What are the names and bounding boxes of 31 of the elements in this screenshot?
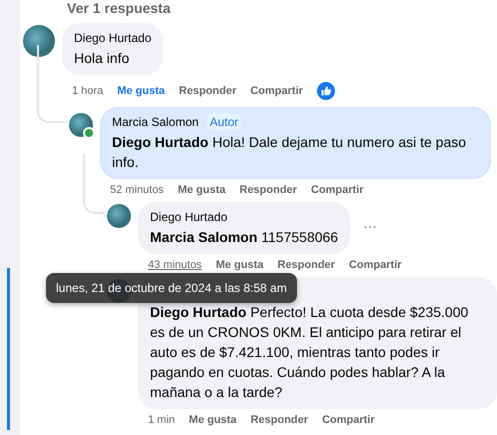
author-name[interactable]: Diego Hurtado — [74, 30, 152, 46]
avatar[interactable] — [69, 113, 93, 137]
comment-text: Diego Hurtado Perfecto! La cuota desde $235.000 es de un CRONOS 0KM. El anticipo para retirar el auto es de $7.421.100, mientras tanto podes ir pagando en cuotas. Cuándo podes hablar? A la mañana o a la tarde? — [150, 303, 470, 402]
comment-time-link[interactable]: 1 hora — [72, 84, 104, 98]
date-tooltip: lunes, 21 de octubre de 2024 a las 8:58 am — [46, 273, 297, 303]
reply-link[interactable]: Responder — [250, 413, 308, 428]
share-link[interactable]: Compartir — [310, 183, 364, 198]
comment-text: Diego Hurtado Hola! Dale dejame tu numero asi te paso info. — [112, 133, 468, 172]
like-link[interactable]: Me gusta — [188, 413, 237, 428]
more-options-button[interactable]: ··· — [357, 218, 384, 234]
share-link[interactable]: Compartir — [322, 413, 375, 428]
author-tag: Autor — [206, 114, 242, 130]
share-link[interactable]: Compartir — [348, 258, 402, 273]
comment-time-link[interactable]: 52 minutos — [110, 183, 164, 198]
comment-time-link[interactable]: 1 min — [148, 413, 175, 428]
view-replies-link[interactable]: Ver 1 respuesta — [67, 0, 171, 16]
like-link[interactable]: Me gusta — [178, 183, 226, 198]
author-name[interactable]: Diego Hurtado — [150, 209, 228, 225]
reply-link[interactable]: Responder — [278, 258, 335, 273]
comment-text: Hola info — [74, 49, 130, 68]
reply-link[interactable]: Responder — [240, 183, 297, 198]
thread-line — [83, 154, 105, 214]
share-link[interactable]: Compartir — [250, 84, 303, 98]
avatar[interactable] — [107, 204, 131, 228]
comment-text: Marcia Salomon 1157558066 — [150, 228, 338, 247]
reply-link[interactable]: Responder — [178, 84, 236, 98]
author-name[interactable]: Marcia Salomon — [112, 114, 199, 130]
like-link[interactable]: Me gusta — [216, 258, 264, 273]
like-link[interactable]: Me gusta — [117, 84, 165, 98]
avatar[interactable] — [23, 25, 55, 57]
comment-time-link[interactable]: 43 minutos — [148, 258, 202, 273]
